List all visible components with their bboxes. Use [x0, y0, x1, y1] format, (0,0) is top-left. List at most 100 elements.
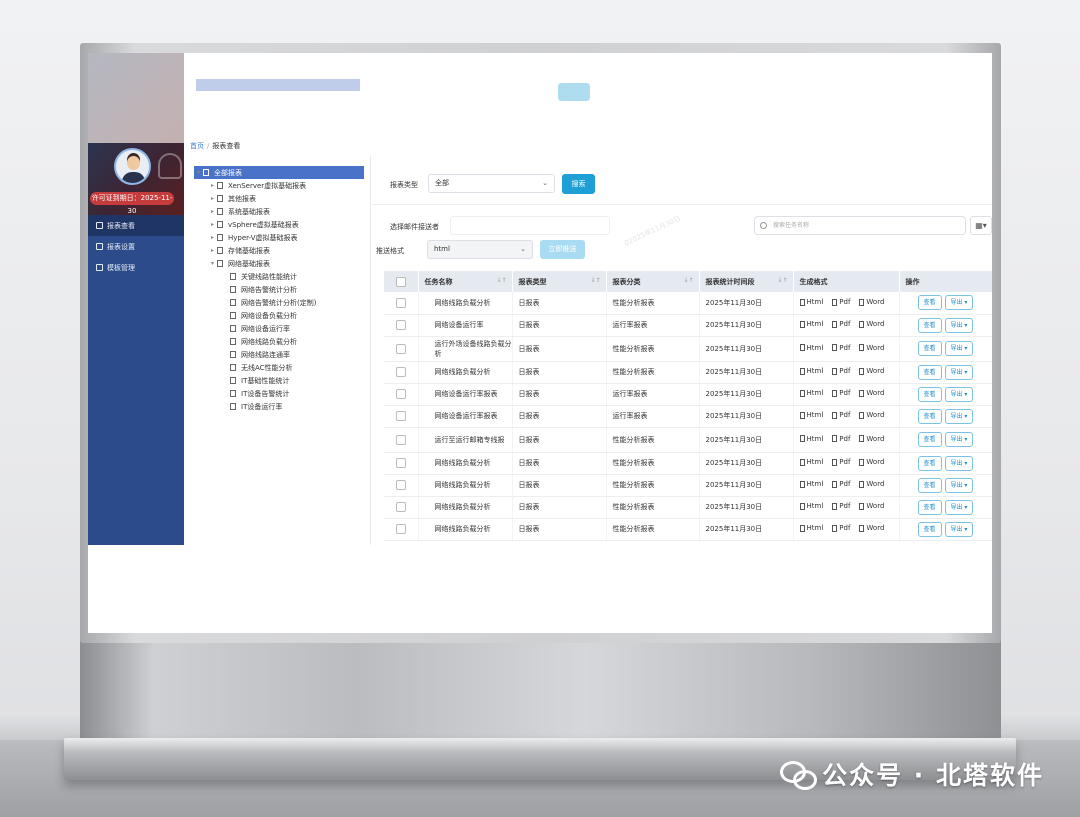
- format-pdf-link[interactable]: Pdf: [832, 320, 850, 328]
- format-pdf-link[interactable]: Pdf: [832, 343, 850, 353]
- chevron-down-icon[interactable]: ▾: [208, 260, 217, 267]
- tree-node-group[interactable]: ▾ 网络基础报表: [184, 257, 370, 270]
- format-word-link[interactable]: Word: [859, 524, 884, 532]
- view-button[interactable]: 查看: [917, 317, 942, 333]
- row-checkbox[interactable]: [396, 458, 406, 468]
- export-dropdown-button[interactable]: 导出 ▾: [944, 386, 974, 402]
- row-checkbox[interactable]: [396, 343, 406, 354]
- col-header-type[interactable]: 报表类型 ↓↑: [512, 271, 607, 292]
- row-checkbox[interactable]: [396, 434, 406, 445]
- col-header-period[interactable]: 报表统计时间段 ↓↑: [699, 271, 794, 292]
- export-dropdown-button[interactable]: 导出 ▾: [944, 341, 974, 356]
- format-word-link[interactable]: Word: [859, 298, 884, 306]
- format-pdf-link[interactable]: Pdf: [832, 434, 850, 444]
- sidebar-item-template-manage[interactable]: 模板管理: [88, 257, 184, 278]
- view-button[interactable]: 查看: [917, 386, 942, 402]
- export-dropdown-button[interactable]: 导出 ▾: [944, 477, 974, 493]
- tree-node-group[interactable]: ▸ Hyper-V虚拟基础报表: [184, 231, 370, 244]
- view-button[interactable]: 查看: [917, 455, 942, 471]
- format-pdf-link[interactable]: Pdf: [832, 411, 850, 419]
- export-dropdown-button[interactable]: 导出 ▾: [944, 317, 974, 333]
- tree-node-group[interactable]: ▸ 系统基础报表: [184, 205, 370, 218]
- format-word-link[interactable]: Word: [859, 458, 884, 466]
- format-pdf-link[interactable]: Pdf: [832, 458, 850, 466]
- col-header-category[interactable]: 报表分类 ↓↑: [606, 271, 700, 292]
- view-button[interactable]: 查看: [917, 477, 942, 493]
- tree-node-group[interactable]: ▸ vSphere虚拟基础报表: [184, 218, 370, 231]
- row-checkbox[interactable]: [396, 502, 406, 512]
- format-html-link[interactable]: Html: [799, 434, 823, 444]
- format-word-link[interactable]: Word: [859, 502, 884, 510]
- view-button[interactable]: 查看: [917, 521, 942, 537]
- chevron-right-icon[interactable]: ▸: [208, 208, 217, 215]
- sidebar-item-report-settings[interactable]: 报表设置: [88, 236, 184, 257]
- format-word-link[interactable]: Word: [859, 367, 884, 375]
- chevron-down-icon[interactable]: ▾: [194, 169, 203, 176]
- format-word-link[interactable]: Word: [859, 389, 884, 397]
- row-checkbox[interactable]: [396, 320, 406, 330]
- format-html-link[interactable]: Html: [799, 298, 823, 306]
- tree-node-group[interactable]: ▸ 其他报表: [184, 192, 370, 205]
- push-format-select[interactable]: html ⌄: [427, 240, 533, 259]
- row-checkbox[interactable]: [396, 297, 406, 308]
- chevron-right-icon[interactable]: ▸: [208, 221, 217, 228]
- format-pdf-link[interactable]: Pdf: [832, 367, 850, 375]
- col-header-name[interactable]: 任务名称 ↓↑: [418, 271, 513, 292]
- tree-node-leaf[interactable]: 无线AC性能分析: [184, 361, 370, 374]
- chevron-right-icon[interactable]: ▸: [208, 247, 217, 254]
- breadcrumb-home[interactable]: 首页: [190, 142, 204, 150]
- tree-node-group[interactable]: ▸ XenServer虚拟基础报表: [184, 179, 370, 192]
- tree-node-leaf[interactable]: 网络线路负载分析: [184, 335, 370, 348]
- format-html-link[interactable]: Html: [799, 320, 823, 328]
- format-html-link[interactable]: Html: [799, 411, 823, 419]
- select-all-checkbox[interactable]: [396, 276, 406, 287]
- view-button[interactable]: 查看: [917, 341, 942, 356]
- search-button[interactable]: 搜索: [562, 174, 595, 194]
- email-recipient-input[interactable]: [450, 216, 610, 235]
- row-checkbox[interactable]: [396, 389, 406, 399]
- format-word-link[interactable]: Word: [859, 434, 884, 444]
- view-button[interactable]: 查看: [917, 364, 942, 380]
- format-html-link[interactable]: Html: [799, 389, 823, 397]
- task-search-input[interactable]: 搜索任务名称: [754, 216, 966, 235]
- tree-node-leaf[interactable]: 网络设备负载分析: [184, 309, 370, 322]
- row-checkbox[interactable]: [396, 524, 406, 534]
- tree-node-leaf[interactable]: IT设备告警统计: [184, 387, 370, 400]
- sort-icon[interactable]: ↓↑: [683, 277, 693, 284]
- sidebar-item-report-view[interactable]: 报表查看: [88, 215, 184, 236]
- format-word-link[interactable]: Word: [859, 411, 884, 419]
- tree-node-leaf[interactable]: IT设备运行率: [184, 400, 370, 413]
- format-pdf-link[interactable]: Pdf: [832, 502, 850, 510]
- tree-node-root[interactable]: ▾ 全部报表: [194, 166, 364, 179]
- export-dropdown-button[interactable]: 导出 ▾: [944, 455, 974, 471]
- user-avatar[interactable]: [114, 148, 151, 185]
- format-word-link[interactable]: Word: [859, 320, 884, 328]
- chevron-right-icon[interactable]: ▸: [208, 195, 217, 202]
- format-word-link[interactable]: Word: [859, 480, 884, 488]
- export-dropdown-button[interactable]: 导出 ▾: [944, 408, 974, 424]
- sort-icon[interactable]: ↓↑: [496, 277, 506, 284]
- format-html-link[interactable]: Html: [799, 524, 823, 532]
- export-dropdown-button[interactable]: 导出 ▾: [944, 364, 974, 380]
- tree-node-leaf[interactable]: 关键线路性能统计: [184, 270, 370, 283]
- view-button[interactable]: 查看: [917, 499, 942, 515]
- push-now-button[interactable]: 立即推送: [540, 240, 585, 259]
- tree-node-leaf[interactable]: 网络告警统计分析: [184, 283, 370, 296]
- view-button[interactable]: 查看: [917, 408, 942, 424]
- tree-node-leaf[interactable]: 网络线路连通率: [184, 348, 370, 361]
- tree-node-leaf[interactable]: IT基础性能统计: [184, 374, 370, 387]
- export-dropdown-button[interactable]: 导出 ▾: [944, 499, 974, 515]
- tree-node-leaf[interactable]: 网络设备运行率: [184, 322, 370, 335]
- format-html-link[interactable]: Html: [799, 343, 823, 353]
- format-html-link[interactable]: Html: [799, 458, 823, 466]
- row-checkbox[interactable]: [396, 480, 406, 490]
- chevron-right-icon[interactable]: ▸: [208, 182, 217, 189]
- chevron-right-icon[interactable]: ▸: [208, 234, 217, 241]
- format-html-link[interactable]: Html: [799, 480, 823, 488]
- report-type-select[interactable]: 全部 ⌄: [428, 174, 555, 193]
- format-pdf-link[interactable]: Pdf: [832, 524, 850, 532]
- format-html-link[interactable]: Html: [799, 367, 823, 375]
- format-pdf-link[interactable]: Pdf: [832, 480, 850, 488]
- tree-node-group[interactable]: ▸ 存储基础报表: [184, 244, 370, 257]
- sort-icon[interactable]: ↓↑: [590, 277, 600, 284]
